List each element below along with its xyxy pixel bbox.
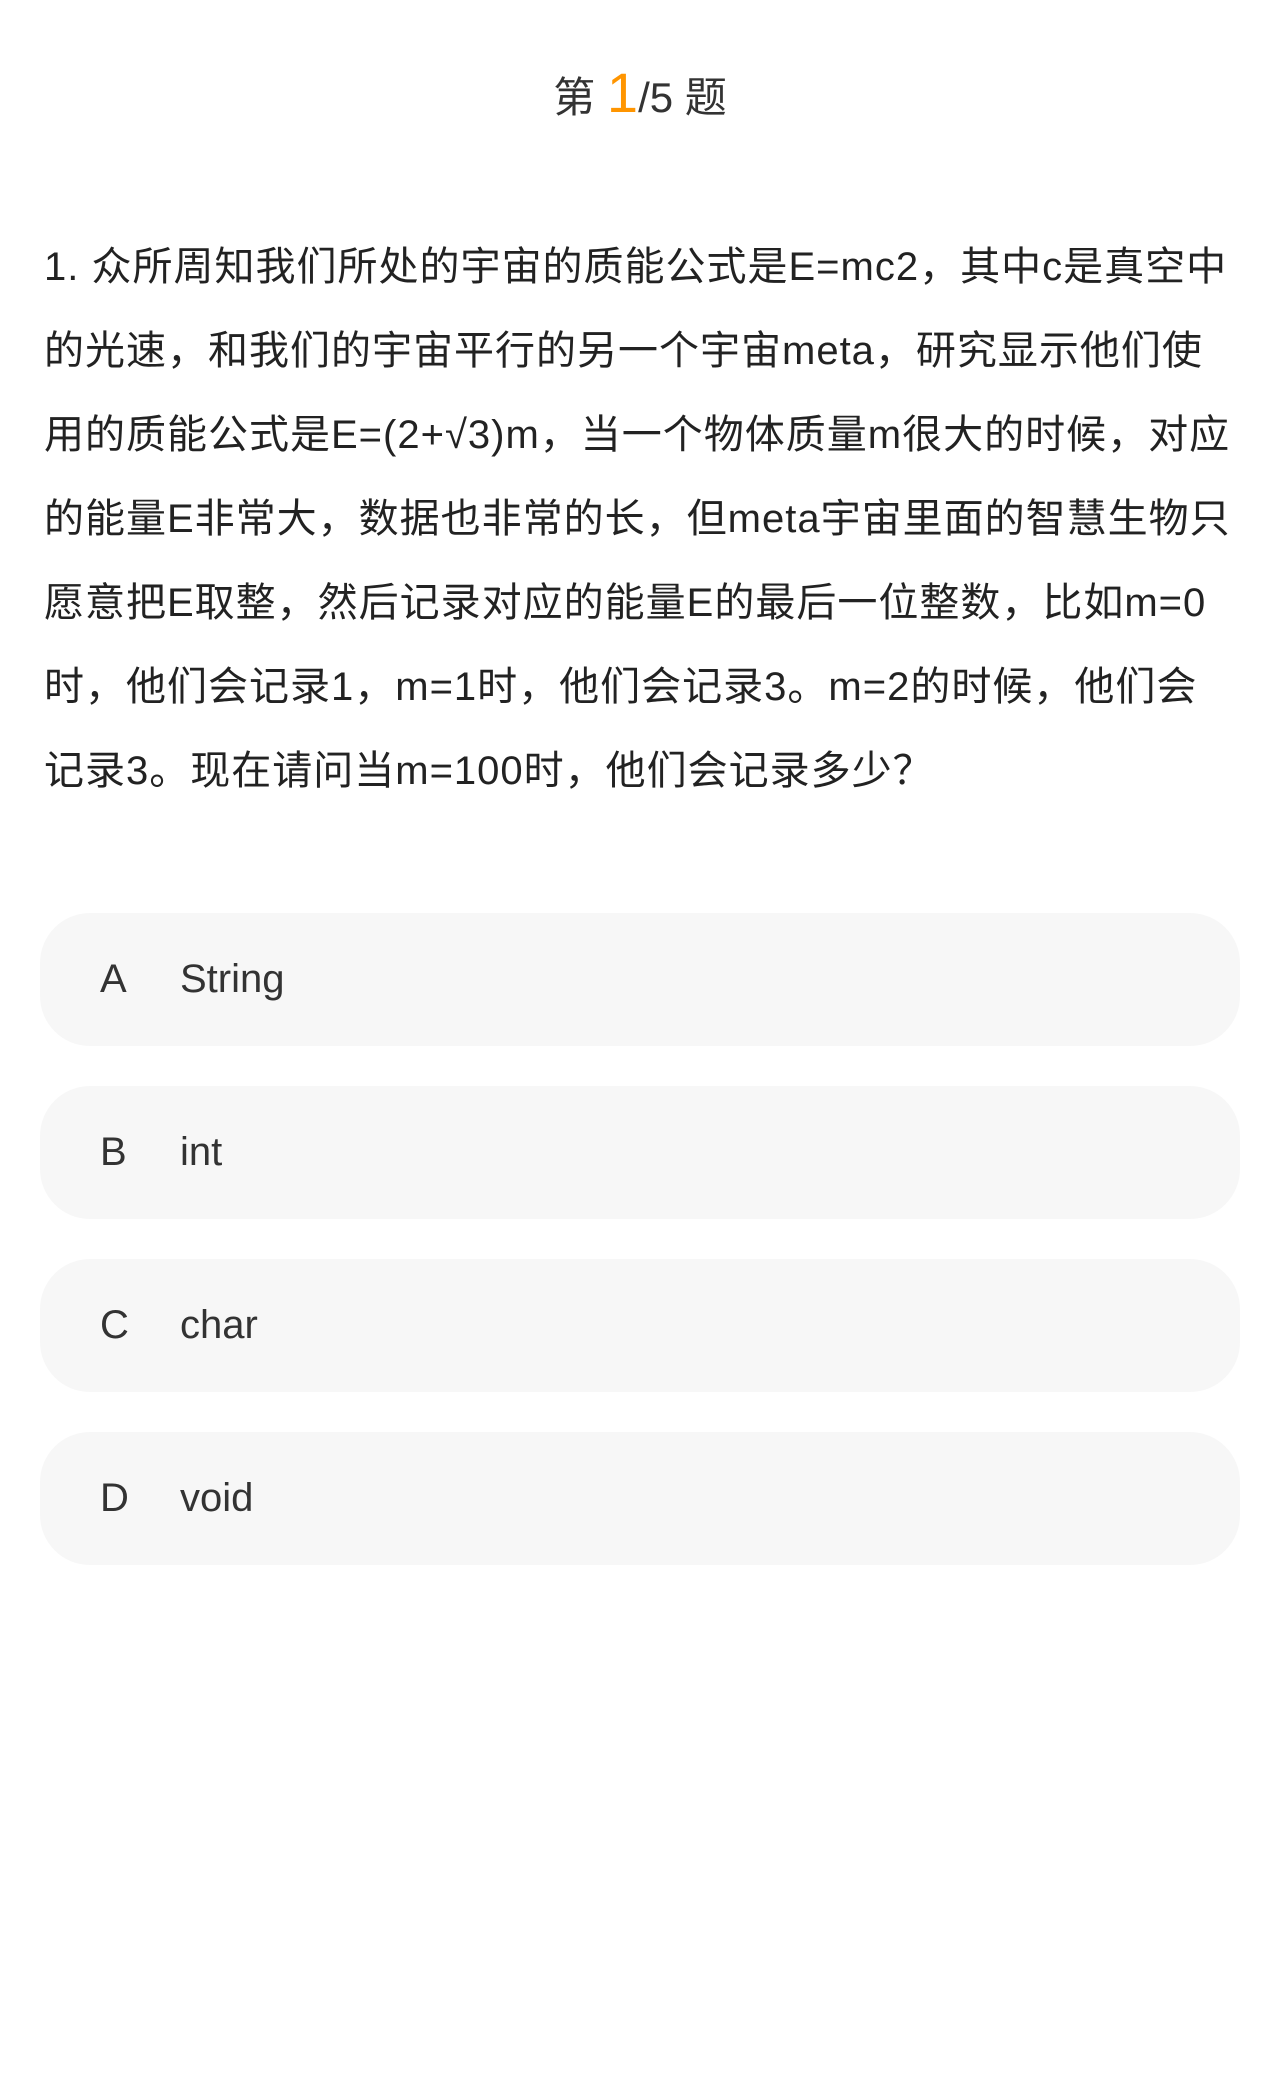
option-text: void xyxy=(180,1476,253,1521)
progress-prefix: 第 xyxy=(553,74,607,121)
option-c[interactable]: C char xyxy=(40,1259,1240,1392)
option-letter: A xyxy=(100,957,180,1002)
option-d[interactable]: D void xyxy=(40,1432,1240,1565)
question-text: 1. 众所周知我们所处的宇宙的质能公式是E=mc2，其中c是真空中的光速，和我们… xyxy=(40,225,1240,813)
option-text: char xyxy=(180,1303,258,1348)
option-a[interactable]: A String xyxy=(40,913,1240,1046)
options-list: A String B int C char D void xyxy=(40,913,1240,1565)
progress-current-number: 1 xyxy=(607,61,638,124)
progress-indicator: 第 1/5 题 xyxy=(40,60,1240,125)
option-b[interactable]: B int xyxy=(40,1086,1240,1219)
option-text: int xyxy=(180,1130,222,1175)
option-letter: C xyxy=(100,1303,180,1348)
question-number: 1. xyxy=(44,245,91,289)
option-letter: D xyxy=(100,1476,180,1521)
option-letter: B xyxy=(100,1130,180,1175)
option-text: String xyxy=(180,957,285,1002)
question-body: 众所周知我们所处的宇宙的质能公式是E=mc2，其中c是真空中的光速，和我们的宇宙… xyxy=(44,245,1231,793)
progress-total: /5 题 xyxy=(638,74,727,121)
